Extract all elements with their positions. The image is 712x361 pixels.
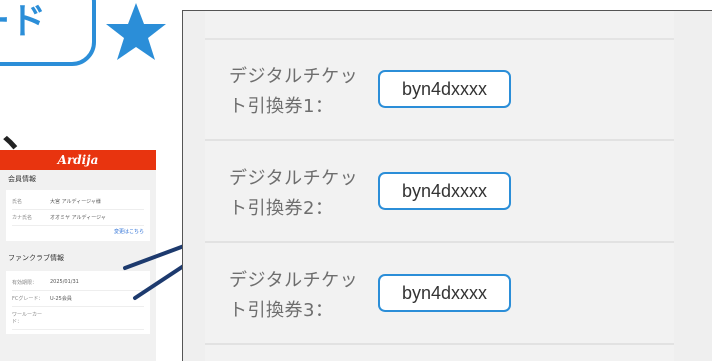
ticket-label: デジタルチケット引換券1： [229,66,359,117]
grade-badge: ード [0,0,96,66]
badge-text: ード [0,1,47,42]
row-value: 2025/01/31 [50,279,79,285]
ticket-row-2: デジタルチケット引換券2： byn4dxxxx [205,142,674,243]
info-row: ワールーカード： [12,307,144,330]
member-info-title: 会員情報 [8,175,36,183]
ticket-code-field[interactable]: byn4dxxxx [378,274,511,312]
ticket-code-field[interactable]: byn4dxxxx [378,70,511,108]
row-key: カナ氏名 [12,215,33,221]
app-header: Ardija [0,150,156,170]
zoomed-ticket-panel: デジタルチケット引換券1： byn4dxxxx デジタルチケット引換券2： by… [182,10,712,361]
row-value: オオミヤ アルディージャ [50,215,106,221]
ticket-row-3: デジタルチケット引換券3： byn4dxxxx [205,244,674,345]
ticket-label: デジタルチケット引換券3： [229,270,359,321]
ticket-list: デジタルチケット引換券1： byn4dxxxx デジタルチケット引換券2： by… [205,11,674,361]
ticket-code-field[interactable]: byn4dxxxx [378,172,511,210]
info-row: 氏名 大宮 アルディージャ様 [12,194,144,210]
ticket-label: デジタルチケット引換券2： [229,168,359,219]
divider [205,343,674,345]
row-value: 大宮 アルディージャ様 [50,199,101,205]
divider [205,139,674,141]
row-key: FCグレード： [12,296,44,302]
brand-logo: Ardija [57,153,99,167]
row-key: 氏名 [12,199,23,205]
row-key: 有効期限： [12,280,38,286]
star-icon [106,3,166,60]
row-key: ワールーカード： [12,312,43,325]
ticket-row-1: デジタルチケット引換券1： byn4dxxxx [205,40,674,141]
divider [205,241,674,243]
row-value: U-25会員 [50,296,72,302]
